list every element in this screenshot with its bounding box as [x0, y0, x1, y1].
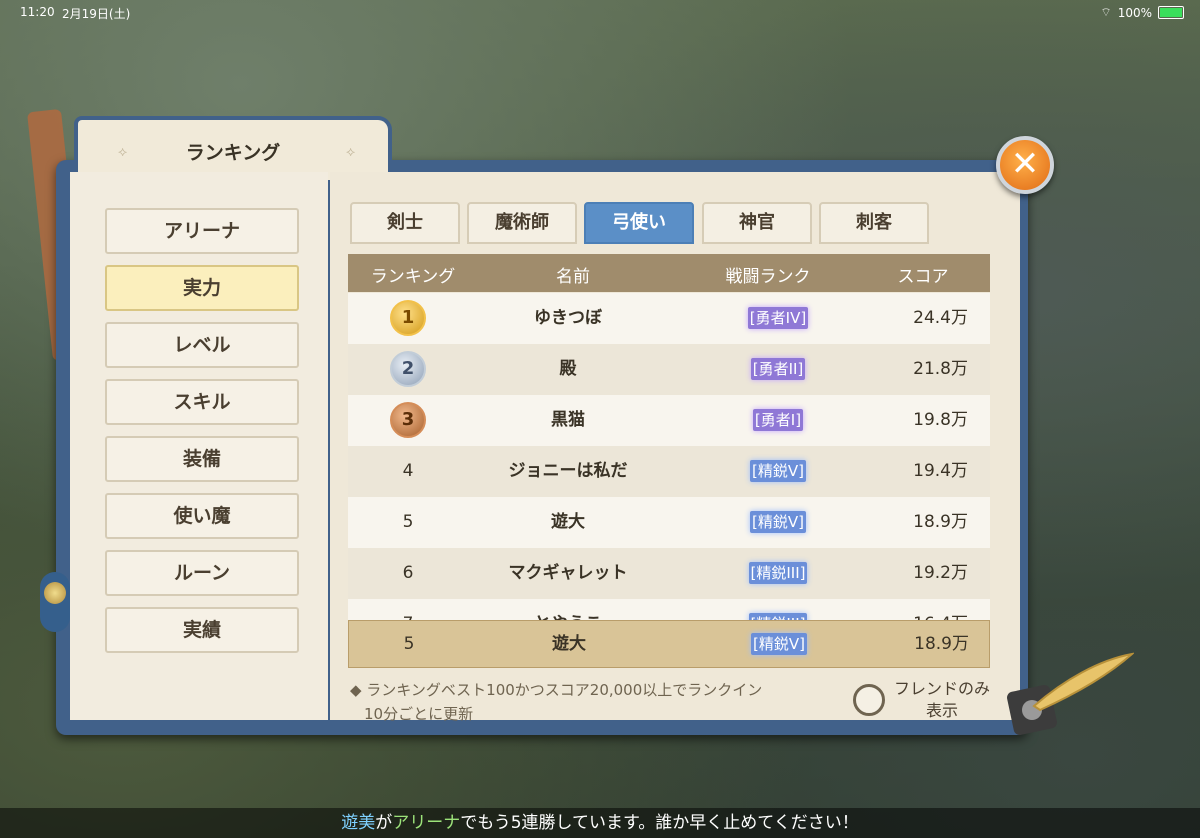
row-battle-rank: [精鋭V] — [678, 446, 878, 497]
row-score: 18.9万 — [913, 512, 968, 532]
my-name: 遊大 — [552, 634, 586, 654]
row-name: ジョニーは私だ — [508, 461, 628, 481]
category-item-5[interactable]: 使い魔 — [105, 493, 299, 539]
ranking-note: ◆ ランキングベスト100かつスコア20,000以上でランクイン 10分ごとに更… — [350, 678, 762, 726]
row-battle-rank: [精鋭V] — [678, 497, 878, 548]
status-date: 2月19日(土) — [62, 7, 131, 21]
row-battle-rank: [勇者II] — [678, 344, 878, 395]
window-title-tab: ⟡ ランキング ⟡ — [74, 116, 392, 180]
row-rank: 5 — [402, 512, 414, 532]
ticker-mode: アリーナ — [392, 813, 461, 833]
row-score: 19.2万 — [913, 563, 968, 583]
category-item-6[interactable]: ルーン — [105, 550, 299, 596]
pin-button-icon — [44, 582, 66, 604]
row-rank: 6 — [402, 563, 414, 583]
table-row[interactable]: 7とやうこ [精鋭III] 16.4万 — [348, 599, 990, 620]
category-item-0[interactable]: アリーナ — [105, 208, 299, 254]
class-tab-1[interactable]: 魔術師 — [467, 202, 577, 244]
category-item-7[interactable]: 実績 — [105, 607, 299, 653]
row-battle-rank: [精鋭III] — [678, 599, 878, 620]
table-row[interactable]: 3 黒猫 [勇者I] 19.8万 — [348, 395, 990, 447]
battle-rank-badge: [精鋭III] — [748, 562, 808, 584]
quill-icon[interactable] — [1004, 650, 1134, 740]
close-icon: ✕ — [1010, 144, 1040, 184]
row-name: とやうこ — [468, 599, 668, 620]
battle-rank-badge: [精鋭V] — [750, 511, 806, 533]
table-row[interactable]: 5 遊大 [精鋭V] 18.9万 — [348, 497, 990, 549]
row-name: 黒猫 — [551, 410, 585, 430]
header-name: 名前 — [556, 267, 590, 287]
friend-only-label[interactable]: フレンドのみ 表示 — [894, 678, 990, 722]
class-tab-4[interactable]: 刺客 — [819, 202, 929, 244]
battery-percent: 100% — [1117, 5, 1152, 20]
window-title: ランキング — [185, 142, 281, 164]
row-name: マクギャレット — [508, 563, 628, 583]
row-battle-rank: [精鋭III] — [678, 548, 878, 599]
category-item-4[interactable]: 装備 — [105, 436, 299, 482]
row-score: 21.8万 — [913, 359, 968, 379]
row-score: 16.4万 — [868, 599, 968, 620]
my-battle-rank: [精鋭V] — [679, 621, 879, 667]
gold-medal-icon: 1 — [390, 300, 426, 336]
row-rank: 2 — [348, 344, 468, 395]
bronze-medal-icon: 3 — [390, 402, 426, 438]
ornament-right-icon: ⟡ — [346, 144, 356, 160]
row-name: ゆきつぼ — [534, 308, 602, 328]
class-tab-2[interactable]: 弓使い — [584, 202, 694, 244]
note-line-1: ◆ ランキングベスト100かつスコア20,000以上でランクイン — [350, 681, 763, 699]
my-rank: 5 — [403, 634, 415, 654]
table-row[interactable]: 6 マクギャレット [精鋭III] 19.2万 — [348, 548, 990, 600]
my-score: 18.9万 — [914, 634, 969, 654]
note-line-2: 10分ごとに更新 — [364, 705, 474, 723]
header-score: スコア — [897, 267, 949, 287]
row-score: 19.8万 — [913, 410, 968, 430]
friend-only-label-line-1: フレンドのみ — [894, 679, 991, 698]
ticker-text-1: が — [375, 813, 393, 833]
row-rank: 7 — [348, 599, 468, 620]
category-item-2[interactable]: レベル — [105, 322, 299, 368]
ticker-text-2: でもう5連勝しています。誰か早く止めてください！ — [460, 813, 859, 833]
ranking-list[interactable]: 1 ゆきつぼ [勇者IV] 24.4万 2 殿 [勇者II] 21.8万 3 黒猫 [勇者I] 19.… — [348, 293, 990, 620]
table-row[interactable]: 1 ゆきつぼ [勇者IV] 24.4万 — [348, 293, 990, 345]
header-battle-rank: 戦闘ランク — [725, 267, 811, 287]
class-tab-0[interactable]: 剣士 — [350, 202, 460, 244]
battle-rank-badge: [勇者I] — [752, 409, 804, 431]
category-item-1[interactable]: 実力 — [105, 265, 299, 311]
row-battle-rank: [勇者IV] — [678, 293, 878, 344]
row-score: 24.4万 — [913, 308, 968, 328]
friend-only-toggle[interactable] — [853, 684, 885, 716]
table-header: ランキング 名前 戦闘ランク スコア — [348, 254, 990, 292]
row-rank: 1 — [348, 293, 468, 344]
battle-rank-badge: [勇者II] — [750, 358, 806, 380]
table-row[interactable]: 4 ジョニーは私だ [精鋭V] 19.4万 — [348, 446, 990, 498]
my-ranking-row: 5 遊大 [精鋭V] 18.9万 — [348, 620, 990, 668]
battle-rank-badge: [勇者IV] — [747, 307, 809, 329]
row-name: 遊大 — [551, 512, 585, 532]
row-name: 殿 — [559, 359, 577, 379]
battle-rank-badge: [精鋭V] — [750, 460, 806, 482]
status-indicators: ⌔ 100% — [1100, 5, 1184, 20]
announcement-ticker: 遊美がアリーナでもう5連勝しています。誰か早く止めてください！ — [0, 808, 1200, 838]
table-row[interactable]: 2 殿 [勇者II] 21.8万 — [348, 344, 990, 396]
row-rank: 3 — [348, 395, 468, 446]
status-time: 11:20 — [20, 5, 55, 19]
row-score: 19.4万 — [913, 461, 968, 481]
row-rank: 4 — [402, 461, 414, 481]
my-battle-rank-badge: [精鋭V] — [751, 633, 807, 655]
header-rank: ランキング — [370, 267, 456, 287]
silver-medal-icon: 2 — [390, 351, 426, 387]
friend-only-label-line-2: 表示 — [926, 701, 959, 720]
status-bar: 11:20 2月19日(土) ⌔ 100% — [0, 0, 1200, 26]
battery-icon — [1158, 6, 1184, 19]
row-battle-rank: [勇者I] — [678, 395, 878, 446]
category-item-3[interactable]: スキル — [105, 379, 299, 425]
wifi-icon: ⌔ — [1100, 5, 1112, 19]
battle-rank-badge: [精鋭III] — [748, 613, 808, 620]
ticker-player: 遊美 — [341, 813, 376, 833]
close-button[interactable]: ✕ — [996, 136, 1054, 194]
class-tab-3[interactable]: 神官 — [702, 202, 812, 244]
